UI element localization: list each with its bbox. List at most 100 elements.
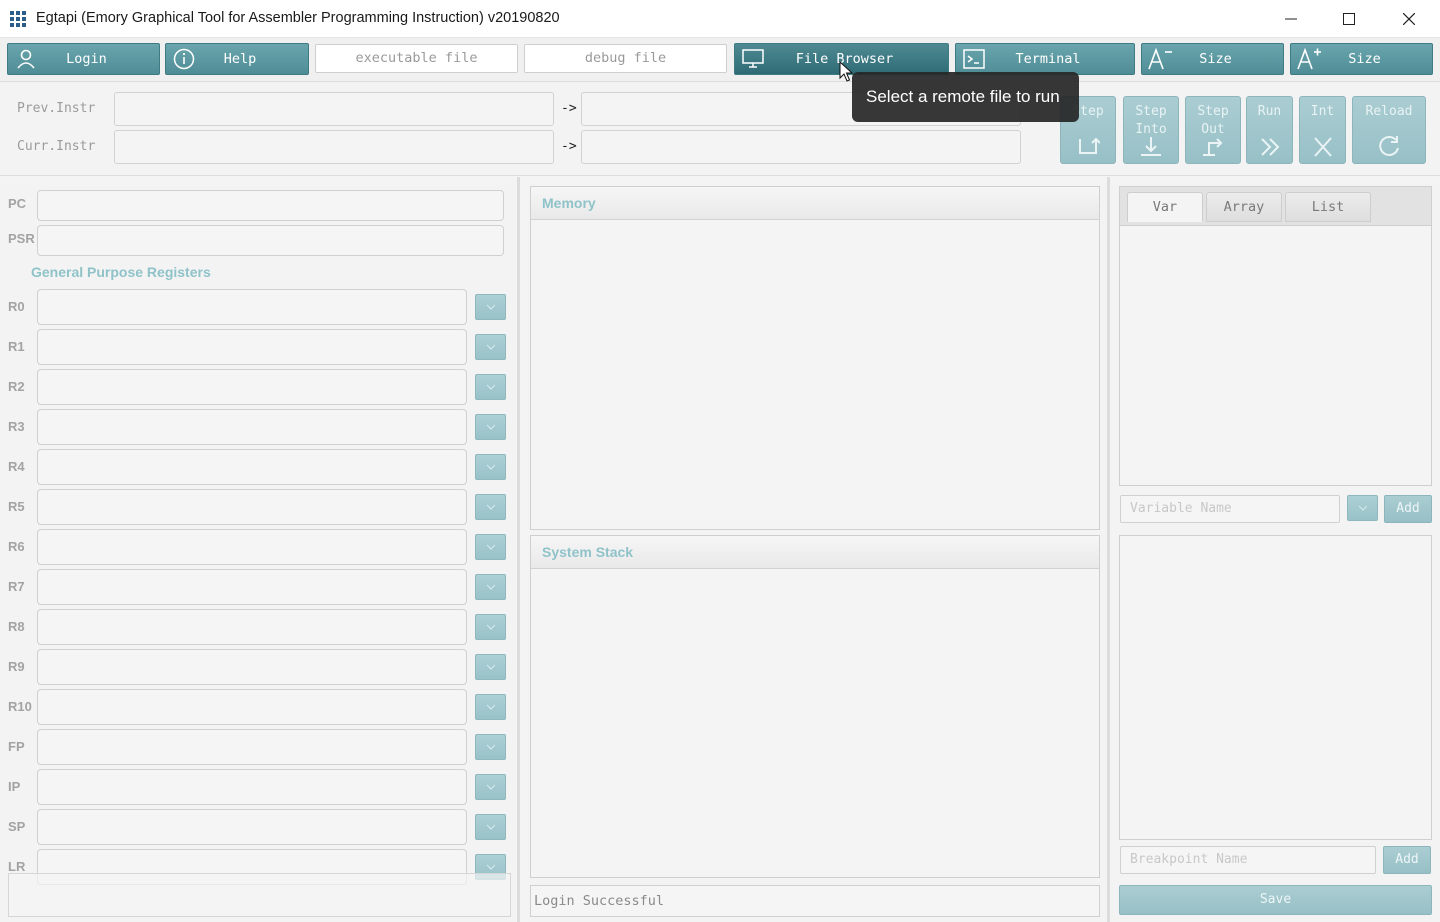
step-over-icon (1079, 137, 1100, 154)
register-field-r2 (37, 369, 467, 405)
step-into-label: Step Into (1135, 104, 1167, 137)
left-splitter[interactable] (517, 177, 520, 922)
memory-stack-panel: Memory System Stack Login Successful (521, 177, 1107, 922)
register-label-r5: R5 (8, 499, 25, 514)
help-label: Help (223, 51, 257, 67)
register-field-fp (37, 729, 467, 765)
terminal-label: Terminal (1015, 51, 1081, 67)
pc-label: PC (8, 196, 27, 211)
executable-file-input[interactable]: executable file (315, 44, 518, 73)
register-field-r6 (37, 529, 467, 565)
decrease-size-label: Size (1199, 51, 1232, 67)
tab-list[interactable]: List (1285, 192, 1371, 222)
tab-array[interactable]: Array (1206, 192, 1282, 222)
chevron-down-icon (1358, 505, 1367, 511)
variable-name-input[interactable]: Variable Name (1120, 495, 1340, 523)
terminal-button[interactable]: Terminal (955, 43, 1135, 75)
register-format-dropdown-r4[interactable] (475, 454, 506, 480)
register-field-ip (37, 769, 467, 805)
register-label-r4: R4 (8, 459, 25, 474)
chevron-down-icon (486, 424, 495, 430)
right-splitter[interactable] (1107, 177, 1110, 922)
curr-instr-field (114, 130, 554, 164)
int-button[interactable]: Int (1299, 96, 1346, 164)
chevron-down-icon (486, 664, 495, 670)
chevron-down-icon (486, 384, 495, 390)
register-field-r10 (37, 689, 467, 725)
close-icon (1403, 13, 1415, 25)
watch-panel: Var Array List Variable Name Add Breakpo… (1111, 177, 1440, 922)
curr-arrow: -> (561, 139, 577, 154)
curr-instr-target-field (581, 130, 1021, 164)
variable-type-dropdown[interactable] (1347, 495, 1378, 521)
register-label-r1: R1 (8, 339, 25, 354)
register-format-dropdown-r2[interactable] (475, 374, 506, 400)
add-variable-button[interactable]: Add (1384, 495, 1432, 523)
title-bar: Egtapi (Emory Graphical Tool for Assembl… (0, 0, 1440, 38)
save-button[interactable]: Save (1119, 885, 1432, 915)
breakpoint-box (1119, 535, 1432, 840)
reload-icon (1379, 135, 1399, 156)
register-format-dropdown-r6[interactable] (475, 534, 506, 560)
chevron-down-icon (486, 304, 495, 310)
register-format-dropdown-r3[interactable] (475, 414, 506, 440)
register-format-dropdown-r1[interactable] (475, 334, 506, 360)
chevron-down-icon (486, 624, 495, 630)
file-browser-tooltip: Select a remote file to run (852, 72, 1079, 122)
register-label-lr: LR (8, 859, 26, 874)
chevron-down-icon (486, 544, 495, 550)
prev-instr-label: Prev.Instr (17, 101, 96, 116)
gpr-section-title: General Purpose Registers (31, 264, 211, 280)
user-icon (17, 49, 35, 69)
pc-field (37, 190, 504, 221)
register-field-r5 (37, 489, 467, 525)
debug-file-input[interactable]: debug file (524, 44, 727, 73)
increase-size-button[interactable]: Size (1290, 43, 1433, 75)
register-field-r4 (37, 449, 467, 485)
chevron-down-icon (486, 864, 495, 870)
register-format-dropdown-r8[interactable] (475, 614, 506, 640)
minimize-button[interactable] (1262, 0, 1320, 38)
info-icon (173, 48, 195, 70)
step-out-icon (1203, 138, 1223, 156)
grid-icon (10, 11, 26, 27)
run-label: Run (1257, 104, 1282, 119)
psr-label: PSR (8, 231, 35, 246)
register-label-r2: R2 (8, 379, 25, 394)
run-button[interactable]: Run (1246, 96, 1293, 164)
register-format-dropdown-r5[interactable] (475, 494, 506, 520)
login-button[interactable]: Login (7, 43, 160, 75)
register-label-r8: R8 (8, 619, 25, 634)
register-format-dropdown-r7[interactable] (475, 574, 506, 600)
reload-button[interactable]: Reload (1352, 96, 1426, 164)
chevron-down-icon (486, 704, 495, 710)
login-label: Login (66, 51, 107, 67)
chevron-down-icon (486, 824, 495, 830)
breakpoint-name-input[interactable]: Breakpoint Name (1120, 846, 1376, 874)
decrease-size-button[interactable]: Size (1141, 43, 1284, 75)
step-out-button[interactable]: Step Out (1185, 96, 1241, 164)
register-format-dropdown-fp[interactable] (475, 734, 506, 760)
register-field-sp (37, 809, 467, 845)
register-format-dropdown-r9[interactable] (475, 654, 506, 680)
interrupt-x-icon (1313, 137, 1332, 157)
register-format-dropdown-sp[interactable] (475, 814, 506, 840)
watch-box: Var Array List (1119, 186, 1432, 486)
toolbar: Login Help executable file debug file Fi… (0, 38, 1440, 82)
status-bar: Login Successful (530, 885, 1100, 917)
add-breakpoint-button[interactable]: Add (1383, 846, 1431, 874)
register-format-dropdown-ip[interactable] (475, 774, 506, 800)
register-label-r9: R9 (8, 659, 25, 674)
step-into-button[interactable]: Step Into (1123, 96, 1179, 164)
maximize-button[interactable] (1320, 0, 1378, 38)
register-label-sp: SP (8, 819, 26, 834)
memory-header: Memory (531, 187, 1099, 220)
register-field-r8 (37, 609, 467, 645)
close-button[interactable] (1380, 0, 1438, 38)
help-button[interactable]: Help (165, 43, 309, 75)
register-format-dropdown-r10[interactable] (475, 694, 506, 720)
register-label-ip: IP (8, 779, 21, 794)
register-format-dropdown-r0[interactable] (475, 294, 506, 320)
window-title: Egtapi (Emory Graphical Tool for Assembl… (36, 10, 560, 26)
tab-var[interactable]: Var (1127, 192, 1203, 222)
